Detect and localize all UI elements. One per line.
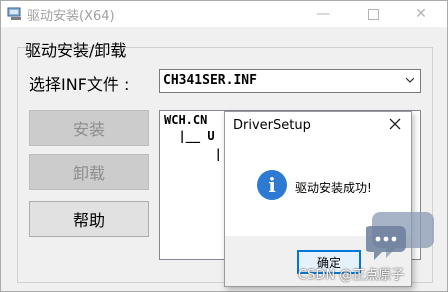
inf-file-label: 选择INF文件 : <box>29 75 130 94</box>
title-bar: 驱动安装(X64) — ✕ <box>1 1 447 27</box>
help-button[interactable]: 帮助 <box>29 201 149 237</box>
maximize-button[interactable] <box>351 1 395 27</box>
install-button[interactable]: 安装 <box>29 110 149 146</box>
uninstall-button[interactable]: 卸载 <box>29 154 149 190</box>
app-icon <box>7 7 21 20</box>
maximize-icon <box>367 8 379 20</box>
chat-bubble-icon <box>366 212 434 260</box>
group-title: 驱动安装/卸载 <box>25 41 127 60</box>
minimize-button[interactable]: — <box>301 1 345 27</box>
watermark-text: CSDN @正点原子 <box>298 268 405 283</box>
dialog-title: DriverSetup <box>233 118 311 133</box>
window-title: 驱动安装(X64) <box>27 9 115 24</box>
tree-line: WCH.CN <box>164 113 208 127</box>
inf-file-dropdown[interactable]: CH341SER.INF <box>159 69 421 93</box>
tree-line: | <box>164 147 222 161</box>
close-button[interactable]: ✕ <box>399 1 443 27</box>
chevron-down-icon <box>406 77 414 83</box>
dialog-message: 驱动安装成功! <box>295 181 372 195</box>
tree-line: |__ U <box>164 129 215 143</box>
inf-file-value: CH341SER.INF <box>163 73 257 88</box>
close-icon[interactable] <box>389 118 401 130</box>
info-icon: i <box>257 170 287 200</box>
